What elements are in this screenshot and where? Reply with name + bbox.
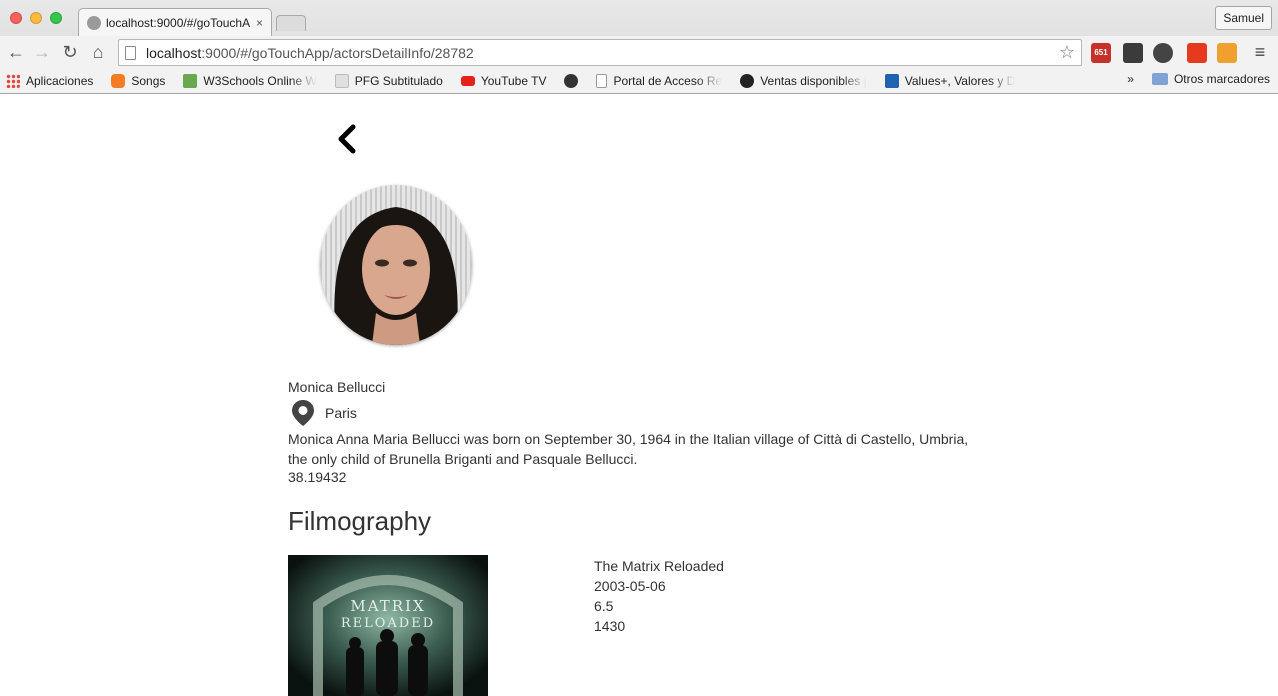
actor-portrait-image <box>334 207 458 345</box>
movie-vote-average: 6.5 <box>594 598 614 614</box>
movie-poster[interactable]: MATRIX RELOADED <box>288 555 488 696</box>
reload-icon[interactable]: ↻ <box>60 42 80 62</box>
ventas-icon <box>740 73 755 88</box>
new-tab-button[interactable] <box>276 15 306 31</box>
tab-favicon-icon <box>87 15 101 30</box>
svg-text:MATRIX: MATRIX <box>350 597 425 615</box>
tab-title: localhost:9000/#/goTouchA <box>106 15 251 30</box>
bookmark-youtube-tv[interactable]: YouTube TV <box>460 74 546 88</box>
values-icon <box>884 73 899 88</box>
home-icon[interactable]: ⌂ <box>88 42 108 62</box>
c-extension-icon[interactable] <box>1187 43 1207 63</box>
browser-chrome: localhost:9000/#/goTouchA × Samuel ← → ↻… <box>0 0 1278 94</box>
bookmark-portal-acceso[interactable]: Portal de Acceso Re <box>596 73 722 88</box>
actor-popularity: 38.19432 <box>288 469 347 485</box>
bookmark-ventas[interactable]: Ventas disponibles | <box>740 73 867 88</box>
menu-icon[interactable]: ≡ <box>1250 42 1270 62</box>
youtube-icon <box>460 75 475 86</box>
apps-grid-icon <box>6 73 20 88</box>
pfg-icon <box>334 73 349 88</box>
back-arrow-icon[interactable]: ← <box>6 42 26 62</box>
bookmark-songs[interactable]: Songs <box>111 73 165 88</box>
chevron-left-icon[interactable] <box>336 124 358 154</box>
songs-icon <box>111 73 126 88</box>
movie-info: The Matrix Reloaded 2003-05-06 6.5 1430 <box>594 556 724 636</box>
actor-birthplace: Paris <box>288 399 357 427</box>
bookmark-pfg-subtitulado[interactable]: PFG Subtitulado <box>334 73 443 88</box>
bookmark-values[interactable]: Values+, Valores y D <box>884 73 1015 88</box>
bookmark-star-icon[interactable]: ☆ <box>1059 42 1075 63</box>
bookmark-w3schools[interactable]: W3Schools Online W <box>183 73 317 88</box>
window-controls <box>10 12 62 24</box>
jb-extension-icon[interactable] <box>1217 43 1237 63</box>
movie-release-date: 2003-05-06 <box>594 578 666 594</box>
browser-toolbar: ← → ↻ ⌂ localhost:9000/#/goTouchApp/acto… <box>0 36 1278 68</box>
bookmarks-bar: Aplicaciones Songs W3Schools Online W PF… <box>0 68 1278 93</box>
phone-extension-icon[interactable] <box>1123 43 1143 63</box>
browser-tab[interactable]: localhost:9000/#/goTouchA × <box>78 8 272 36</box>
minimize-window-button[interactable] <box>30 12 42 24</box>
close-window-button[interactable] <box>10 12 22 24</box>
forward-arrow-icon[interactable]: → <box>32 42 52 62</box>
gmail-extension-icon[interactable]: 651 <box>1091 43 1111 63</box>
bookmark-aplicaciones[interactable]: Aplicaciones <box>6 73 93 88</box>
movie-vote-count: 1430 <box>594 618 626 634</box>
w3schools-icon <box>183 73 198 88</box>
google-extension-icon[interactable] <box>1153 43 1173 63</box>
birthplace-label: Paris <box>325 405 357 421</box>
page-icon <box>596 73 608 88</box>
svg-text:RELOADED: RELOADED <box>341 616 435 631</box>
actor-biography: Monica Anna Maria Bellucci was born on S… <box>288 431 969 467</box>
zoom-window-button[interactable] <box>50 12 62 24</box>
bookmark-chrome-app[interactable] <box>564 73 579 88</box>
more-bookmarks-chevron-icon[interactable]: » <box>1127 72 1134 86</box>
url-text[interactable]: localhost:9000/#/goTouchApp/actorsDetail… <box>146 45 1059 61</box>
profile-button[interactable]: Samuel <box>1215 6 1272 30</box>
page-icon <box>125 45 136 60</box>
chrome-app-icon <box>564 73 579 88</box>
filmography-heading: Filmography <box>288 506 432 536</box>
address-bar[interactable]: localhost:9000/#/goTouchApp/actorsDetail… <box>118 39 1082 66</box>
actor-avatar <box>320 185 472 345</box>
tab-close-icon[interactable]: × <box>256 16 263 30</box>
bookmark-otros-marcadores[interactable]: Otros marcadores <box>1151 72 1270 86</box>
map-marker-icon <box>292 400 314 426</box>
actor-name: Monica Bellucci <box>288 379 386 395</box>
folder-icon <box>1151 73 1168 85</box>
movie-title[interactable]: The Matrix Reloaded <box>594 556 724 576</box>
movie-poster-image: MATRIX RELOADED <box>288 555 488 696</box>
